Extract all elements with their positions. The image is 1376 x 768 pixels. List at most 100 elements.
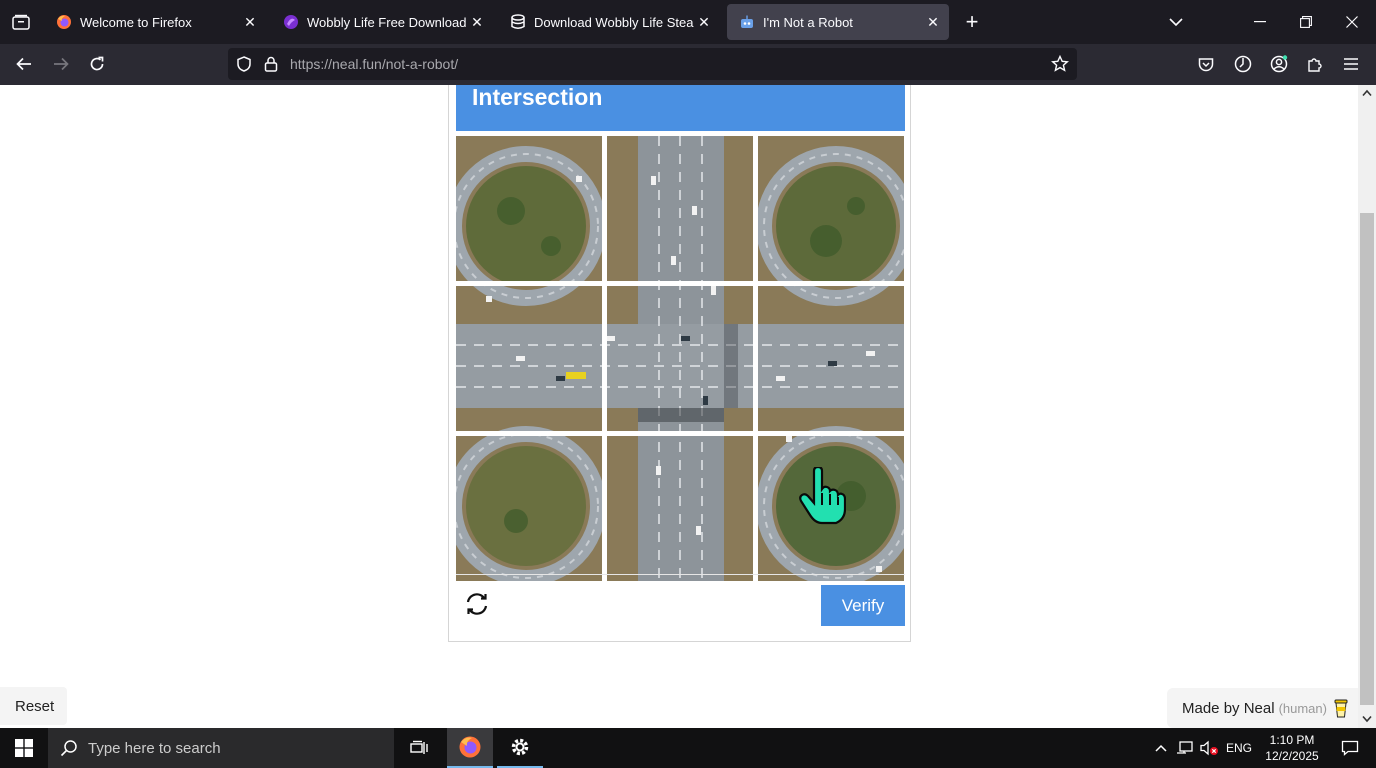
- gear-icon: [511, 738, 529, 756]
- aerial-road-image: [607, 436, 753, 581]
- captcha-tile[interactable]: [607, 286, 753, 431]
- search-placeholder: Type here to search: [88, 739, 221, 757]
- forward-button[interactable]: [45, 48, 77, 80]
- page-content: Intersection Verify Reset Made by Neal (…: [0, 85, 1358, 728]
- robot-icon: [741, 15, 753, 28]
- aerial-road-image: [607, 136, 753, 281]
- chevron-down-icon: [1169, 18, 1183, 27]
- captcha-header: Intersection: [456, 85, 905, 131]
- close-tab-icon[interactable]: ✕: [467, 14, 487, 31]
- captcha-tile[interactable]: [607, 136, 753, 281]
- search-icon: [60, 740, 77, 757]
- tab-label: Download Wobbly Life SteamRI: [534, 14, 694, 30]
- bookmark-star-icon[interactable]: [1051, 55, 1069, 73]
- clock-date: 12/2/2025: [1265, 749, 1319, 763]
- network-tray-button[interactable]: [1174, 728, 1196, 768]
- plus-icon: +: [965, 9, 979, 34]
- tab-wobbly-life-steamrip[interactable]: Download Wobbly Life SteamRI ✕: [498, 0, 720, 44]
- taskbar-settings-app[interactable]: [497, 728, 543, 768]
- coffee-cup-icon: [1334, 699, 1348, 717]
- pocket-icon: [1198, 57, 1214, 71]
- aerial-road-image: [758, 136, 904, 281]
- chevron-up-icon: [1155, 744, 1167, 752]
- input-language-indicator[interactable]: ENG: [1222, 728, 1256, 768]
- minimize-window-button[interactable]: [1237, 0, 1283, 44]
- notification-icon: [1341, 740, 1359, 756]
- aerial-road-image: [456, 286, 602, 431]
- tab-wobbly-life-download[interactable]: Wobbly Life Free Download (v1. ✕: [271, 0, 493, 44]
- account-button[interactable]: [1263, 48, 1295, 80]
- new-tab-button[interactable]: +: [957, 6, 987, 38]
- hand-cursor-icon: [799, 467, 846, 525]
- restore-icon: [1300, 16, 1312, 28]
- human-tag: (human): [1278, 700, 1327, 716]
- taskbar-firefox-app[interactable]: [447, 728, 493, 768]
- restore-window-button[interactable]: [1283, 0, 1329, 44]
- url-host: https://neal.fun: [290, 56, 382, 72]
- made-by-credit[interactable]: Made by Neal (human): [1167, 688, 1358, 728]
- back-button[interactable]: [8, 48, 40, 80]
- aerial-road-image: [456, 136, 602, 281]
- action-center-button[interactable]: [1330, 728, 1370, 768]
- windows-taskbar: Type here to search ENG 1:10 PM 12/2/202…: [0, 728, 1376, 768]
- close-tab-icon[interactable]: ✕: [694, 14, 714, 31]
- tab-label: Welcome to Firefox: [80, 14, 192, 30]
- recent-browsing-icon: [12, 14, 30, 30]
- taskbar-search-box[interactable]: Type here to search: [48, 728, 394, 768]
- captcha-tile[interactable]: [456, 286, 602, 431]
- reset-button[interactable]: Reset: [0, 687, 67, 725]
- aerial-road-image: [758, 286, 904, 431]
- extensions-button[interactable]: [1299, 48, 1331, 80]
- tab-welcome-firefox[interactable]: Welcome to Firefox ✕: [44, 0, 266, 44]
- database-icon: [511, 14, 525, 29]
- show-hidden-icons-button[interactable]: [1150, 728, 1172, 768]
- captcha-tile[interactable]: [456, 136, 602, 281]
- lock-icon[interactable]: [264, 56, 278, 72]
- close-window-button[interactable]: [1329, 0, 1375, 44]
- pocket-button[interactable]: [1190, 48, 1222, 80]
- captcha-divider: [456, 574, 905, 575]
- task-view-icon: [410, 740, 428, 754]
- task-view-button[interactable]: [396, 728, 442, 768]
- network-icon: [1177, 741, 1193, 754]
- verify-button[interactable]: Verify: [821, 585, 905, 626]
- tab-strip: Welcome to Firefox ✕ Wobbly Life Free Do…: [0, 0, 1376, 44]
- list-all-tabs-button[interactable]: [1153, 0, 1199, 44]
- tab-label: Wobbly Life Free Download (v1.: [307, 14, 467, 30]
- navigation-toolbar: https://neal.fun/not-a-robot/: [0, 44, 1376, 85]
- address-bar[interactable]: https://neal.fun/not-a-robot/: [228, 48, 1077, 80]
- arrow-right-icon: [54, 57, 69, 71]
- close-tab-icon[interactable]: ✕: [923, 14, 943, 31]
- windows-logo-icon: [15, 739, 33, 757]
- account-icon: [1270, 55, 1288, 73]
- tab-not-a-robot[interactable]: I'm Not a Robot ✕: [727, 4, 949, 40]
- firefox-icon: [459, 736, 481, 758]
- captcha-tile[interactable]: [456, 436, 602, 581]
- app-menu-button[interactable]: [1335, 48, 1367, 80]
- view-recent-browsing-button[interactable]: [0, 0, 42, 44]
- scrollbar-thumb[interactable]: [1360, 213, 1374, 705]
- volume-tray-button[interactable]: [1198, 728, 1220, 768]
- captcha-tile[interactable]: [758, 136, 904, 281]
- sync-icon: [1234, 55, 1252, 73]
- captcha-title: Intersection: [472, 85, 603, 110]
- sync-status-button[interactable]: [1227, 48, 1259, 80]
- clock[interactable]: 1:10 PM 12/2/2025: [1258, 728, 1326, 768]
- captcha-tile[interactable]: [607, 436, 753, 581]
- reload-icon: [90, 56, 104, 71]
- reload-button[interactable]: [81, 48, 113, 80]
- scroll-up-arrow-icon[interactable]: [1362, 89, 1372, 97]
- captcha-tile[interactable]: [758, 286, 904, 431]
- scroll-down-arrow-icon[interactable]: [1362, 715, 1372, 723]
- url-text[interactable]: https://neal.fun/not-a-robot/: [290, 56, 458, 72]
- refresh-captcha-button[interactable]: [463, 590, 491, 618]
- close-tab-icon[interactable]: ✕: [240, 14, 260, 31]
- start-button[interactable]: [0, 728, 48, 768]
- close-icon: [1346, 16, 1358, 28]
- captcha-widget: Intersection Verify: [448, 85, 911, 642]
- shield-icon[interactable]: [236, 56, 252, 72]
- url-path: /not-a-robot/: [381, 56, 459, 72]
- hamburger-menu-icon: [1344, 58, 1358, 70]
- refresh-icon: [466, 593, 488, 615]
- aerial-road-image: [607, 286, 753, 431]
